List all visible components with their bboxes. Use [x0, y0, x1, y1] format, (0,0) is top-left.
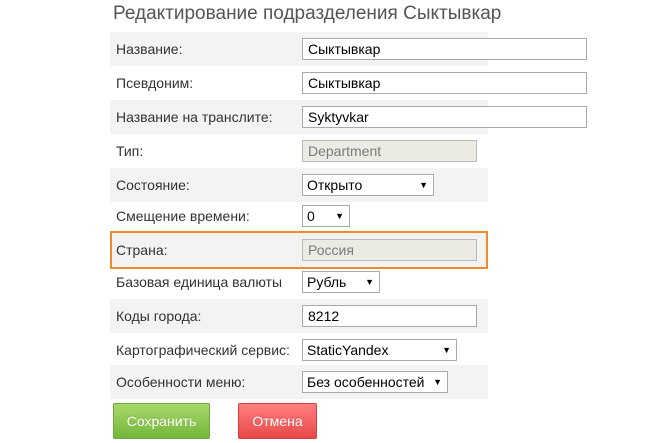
state-select[interactable]: Открыто ▼ — [302, 174, 434, 196]
menu-features-select-value: Без особенностей — [307, 374, 425, 390]
country-highlight-frame — [110, 231, 488, 269]
chevron-down-icon: ▼ — [433, 377, 442, 387]
translit-label: Название на транслите: — [116, 109, 273, 125]
currency-select-value: Рубль — [307, 274, 347, 290]
chevron-down-icon: ▼ — [365, 277, 374, 287]
time-offset-label: Смещение времени: — [116, 208, 250, 224]
alias-label: Псевдоним: — [116, 75, 194, 91]
translit-input[interactable]: Syktyvkar — [302, 106, 587, 128]
chevron-down-icon: ▼ — [419, 180, 428, 190]
type-label: Тип: — [116, 143, 144, 159]
currency-select[interactable]: Рубль ▼ — [302, 271, 380, 293]
field-row-menu-features: Особенности меню: Без особенностей ▼ — [110, 365, 488, 399]
alias-input[interactable]: Сыктывкар — [302, 72, 587, 94]
chevron-down-icon: ▼ — [335, 211, 344, 221]
currency-label: Базовая единица валюты — [116, 274, 283, 290]
field-row-state: Состояние: Открыто ▼ — [110, 168, 488, 202]
field-row-name: Название: Сыктывкар — [110, 32, 587, 66]
city-codes-input[interactable]: 8212 — [302, 305, 477, 327]
menu-features-select[interactable]: Без особенностей ▼ — [302, 371, 448, 393]
state-select-value: Открыто — [307, 177, 363, 193]
page-title: Редактирование подразделения Сыктывкар — [113, 3, 502, 24]
field-row-currency: Базовая единица валюты Рубль ▼ — [110, 265, 488, 299]
name-input[interactable]: Сыктывкар — [302, 38, 587, 60]
type-input: Department — [302, 140, 477, 162]
map-service-select[interactable]: StaticYandex ▼ — [302, 339, 457, 361]
field-row-alias: Псевдоним: Сыктывкар — [110, 66, 587, 100]
map-service-label: Картографический сервис: — [116, 342, 290, 358]
field-row-city-codes: Коды города: 8212 — [110, 299, 488, 333]
time-offset-select[interactable]: 0 ▼ — [302, 205, 350, 227]
field-row-translit: Название на транслите: Syktyvkar — [110, 100, 587, 134]
cancel-button[interactable]: Отмена — [238, 403, 317, 439]
name-label: Название: — [116, 41, 183, 57]
state-label: Состояние: — [116, 177, 190, 193]
city-codes-label: Коды города: — [116, 308, 202, 324]
field-row-map-service: Картографический сервис: StaticYandex ▼ — [110, 333, 488, 367]
chevron-down-icon: ▼ — [442, 345, 451, 355]
menu-features-label: Особенности меню: — [116, 374, 246, 390]
map-service-select-value: StaticYandex — [307, 342, 389, 358]
field-row-type: Тип: Department — [110, 134, 488, 168]
field-row-time-offset: Смещение времени: 0 ▼ — [110, 199, 488, 233]
save-button[interactable]: Сохранить — [113, 403, 210, 439]
time-offset-select-value: 0 — [307, 208, 315, 224]
